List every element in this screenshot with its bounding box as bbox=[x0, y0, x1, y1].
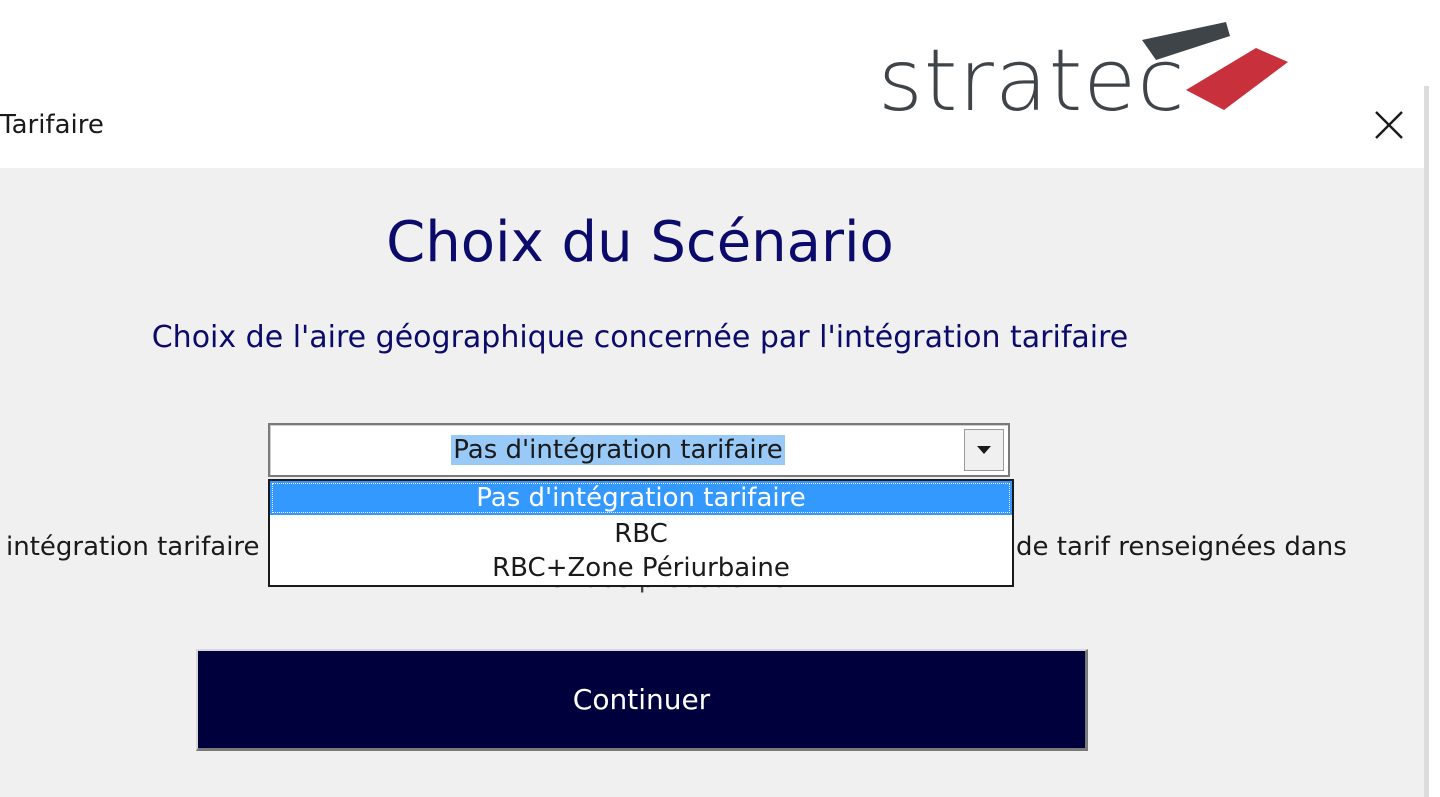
area-combobox[interactable]: Pas d'intégration tarifaire bbox=[268, 423, 1010, 477]
dropdown-option-no-integration[interactable]: Pas d'intégration tarifaire bbox=[270, 481, 1012, 515]
subtitle-label: Choix de l'aire géographique concernée p… bbox=[151, 320, 1129, 355]
chevron-down-icon bbox=[977, 446, 991, 454]
screen: Tarifaire stratec Choix du Scénario Choi… bbox=[0, 0, 1440, 797]
title-bar: Tarifaire stratec bbox=[0, 0, 1440, 168]
window-title: Tarifaire bbox=[0, 110, 104, 140]
stratec-logo-mark-icon bbox=[1142, 22, 1288, 110]
info-text-left: intégration tarifaire l bbox=[6, 532, 276, 562]
close-button[interactable] bbox=[1364, 102, 1414, 148]
info-text-right: de tarif renseignées dans bbox=[1016, 532, 1347, 562]
combobox-dropdown-button[interactable] bbox=[964, 429, 1004, 471]
dropdown-option-rbc-periurban[interactable]: RBC+Zone Périurbaine bbox=[270, 551, 1012, 585]
stratec-logo: stratec bbox=[878, 18, 1298, 138]
combobox-value[interactable]: Pas d'intégration tarifaire bbox=[270, 425, 966, 475]
page-title: Choix du Scénario bbox=[386, 210, 894, 275]
close-icon bbox=[1375, 111, 1403, 139]
combobox-selected-text: Pas d'intégration tarifaire bbox=[451, 435, 785, 465]
dropdown-option-rbc[interactable]: RBC bbox=[270, 517, 1012, 551]
combobox-dropdown-list: Pas d'intégration tarifaire RBC RBC+Zone… bbox=[268, 479, 1014, 587]
continue-button[interactable]: Continuer bbox=[196, 649, 1088, 751]
window-edge bbox=[1424, 86, 1440, 797]
